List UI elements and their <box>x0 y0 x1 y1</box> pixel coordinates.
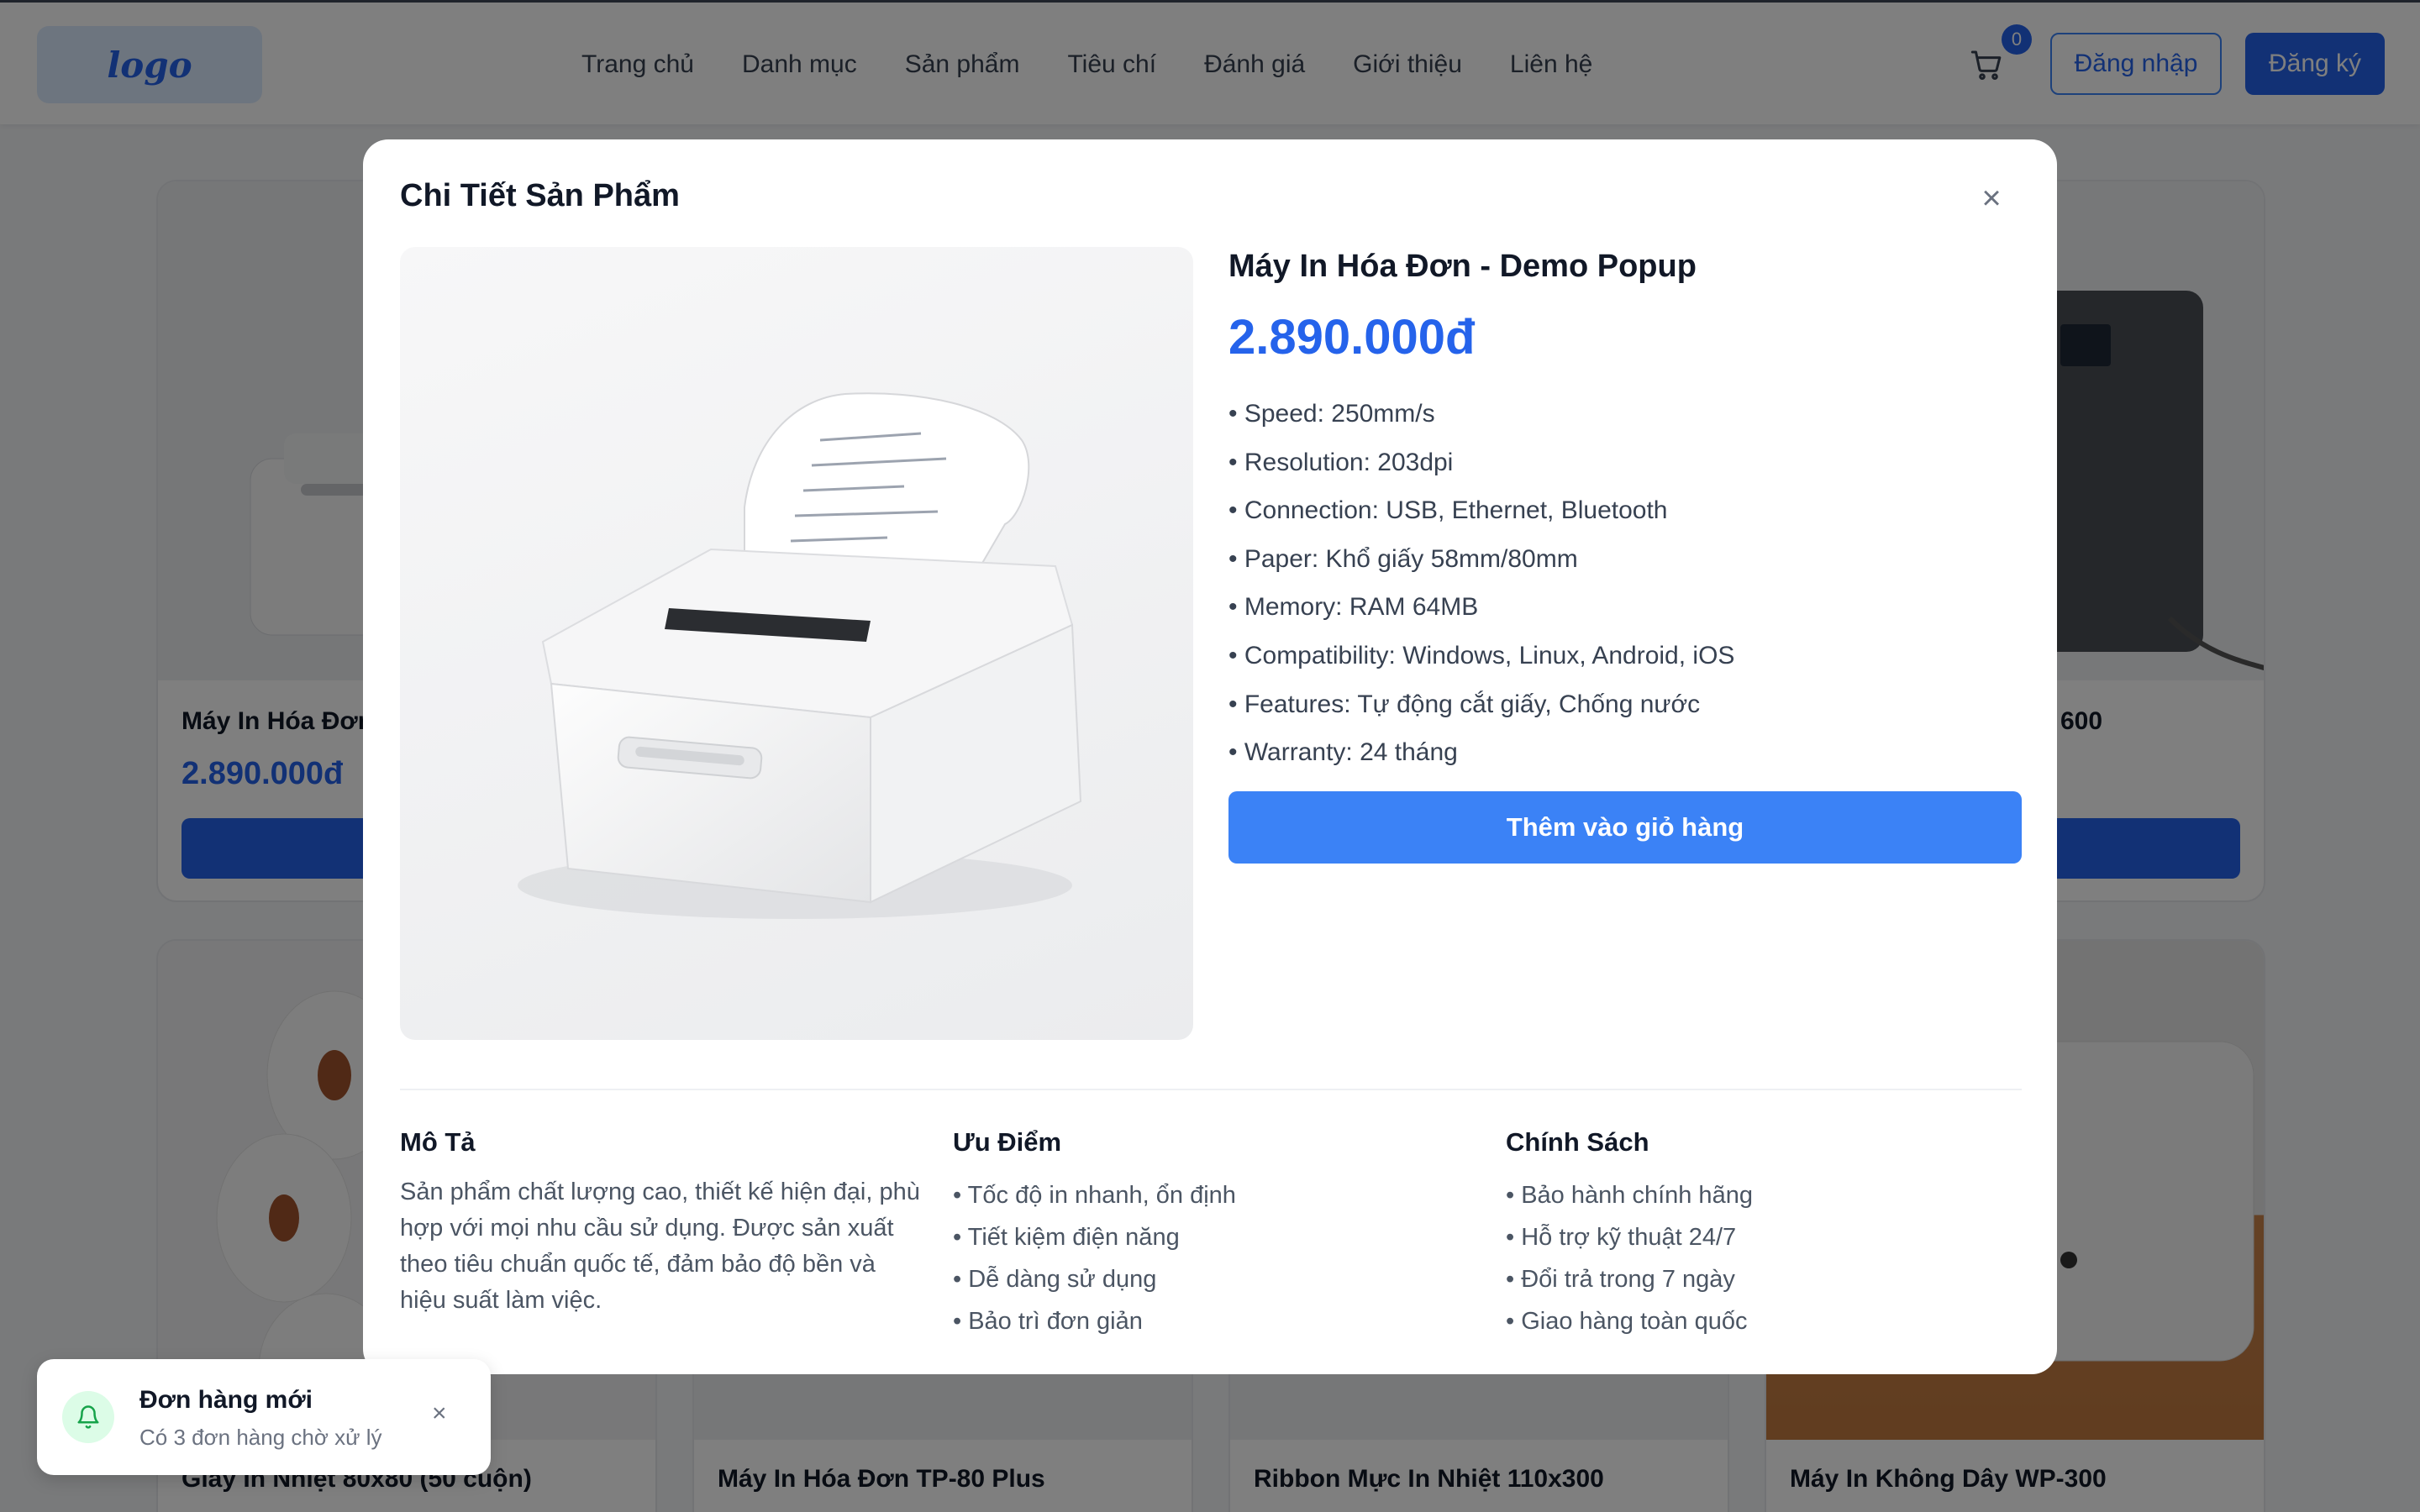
bell-icon <box>62 1391 114 1443</box>
description-title: Mô Tả <box>400 1127 476 1157</box>
toast-title: Đơn hàng mới <box>139 1386 313 1414</box>
close-icon[interactable]: × <box>432 1399 447 1428</box>
policy-item: • Hỗ trợ kỹ thuật 24/7 <box>1506 1224 1737 1251</box>
spec-paper: • Paper: Khổ giấy 58mm/80mm <box>1228 544 1578 573</box>
modal-title: Chi Tiết Sản Phẩm <box>400 178 680 213</box>
advantage-item: • Tốc độ in nhanh, ổn định <box>953 1182 1236 1209</box>
description-section: Mô Tả Sản phẩm chất lượng cao, thiết kế … <box>400 1127 921 1319</box>
spec-connection: • Connection: USB, Ethernet, Bluetooth <box>1228 496 1668 525</box>
advantages-section: Ưu Điểm • Tốc độ in nhanh, ổn định • Tiế… <box>953 1127 1474 1342</box>
divider <box>400 1089 2022 1090</box>
policy-section: Chính Sách • Bảo hành chính hãng • Hỗ tr… <box>1506 1127 2027 1342</box>
description-text: Sản phẩm chất lượng cao, thiết kế hiện đ… <box>400 1179 920 1314</box>
policy-item: • Đổi trả trong 7 ngày <box>1506 1266 1735 1293</box>
advantages-title: Ưu Điểm <box>953 1127 1062 1157</box>
product-name: Máy In Hóa Đơn - Demo Popup <box>1228 249 1697 284</box>
spec-memory: • Memory: RAM 64MB <box>1228 593 1479 622</box>
spec-features: • Features: Tự động cắt giấy, Chống nước <box>1228 690 1701 718</box>
advantage-item: • Dễ dàng sử dụng <box>953 1266 1157 1293</box>
product-image <box>400 247 1193 1040</box>
add-to-cart-button[interactable]: Thêm vào giỏ hàng <box>1228 791 2022 864</box>
spec-compatibility: • Compatibility: Windows, Linux, Android… <box>1228 641 1735 669</box>
close-icon[interactable]: × <box>1975 181 2008 215</box>
product-price: 2.890.000đ <box>1228 310 1476 365</box>
new-order-toast: Đơn hàng mới Có 3 đơn hàng chờ xử lý × <box>37 1359 491 1475</box>
policy-item: • Bảo hành chính hãng <box>1506 1182 1753 1209</box>
spec-speed: • Speed: 250mm/s <box>1228 400 1435 428</box>
policy-item: • Giao hàng toàn quốc <box>1506 1308 1748 1335</box>
product-detail-modal: Chi Tiết Sản Phẩm × Máy In Hóa Đơn - Dem… <box>363 139 2057 1374</box>
spec-list: • Speed: 250mm/s • Resolution: 203dpi • … <box>1228 390 1734 777</box>
policy-title: Chính Sách <box>1506 1127 1649 1157</box>
advantage-item: • Bảo trì đơn giản <box>953 1308 1143 1335</box>
toast-message: Có 3 đơn hàng chờ xử lý <box>139 1425 382 1450</box>
spec-warranty: • Warranty: 24 tháng <box>1228 738 1458 767</box>
spec-resolution: • Resolution: 203dpi <box>1228 448 1454 476</box>
advantage-item: • Tiết kiệm điện năng <box>953 1224 1180 1251</box>
